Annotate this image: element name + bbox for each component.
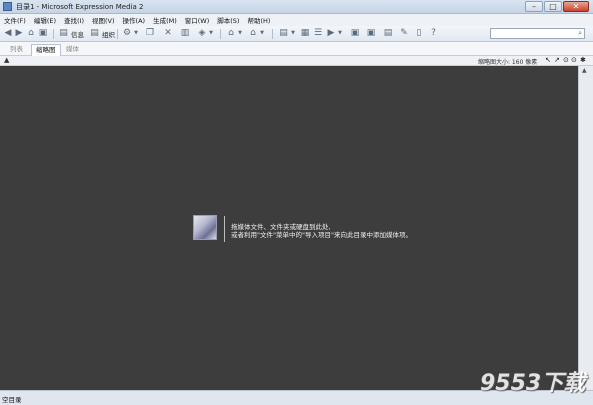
help-icon[interactable]: ? [428,28,439,39]
copy-icon[interactable]: ❐ [145,28,155,39]
scroll-up-icon[interactable]: ▲ [582,67,587,74]
gear-icon[interactable]: ⚙ [122,28,132,39]
sort-icon[interactable]: ▲ [4,56,9,64]
toolbar-separator [53,29,54,39]
chevron-down-icon[interactable]: ▼ [208,28,214,39]
search-icon[interactable]: ⌕ [578,29,582,38]
chevron-down-icon[interactable]: ▼ [133,28,139,39]
hint-divider [224,216,225,242]
zoom-out-icon[interactable]: ↖ [545,56,551,64]
media-placeholder-image [193,215,217,240]
play-icon[interactable]: ▶ [326,28,336,39]
toolbar-separator [272,29,273,39]
chevron-down-icon[interactable]: ▼ [237,28,243,39]
chevron-down-icon[interactable]: ▼ [290,28,296,39]
watermark: 9553下载 [480,371,586,396]
home-icon[interactable]: ⌂ [26,28,36,39]
window-controls: – □ ✕ [525,1,589,12]
menu-find[interactable]: 查找(I) [64,15,84,25]
menu-file[interactable]: 文件(F) [4,15,26,25]
menu-window[interactable]: 窗口(W) [185,15,210,25]
close-button[interactable]: ✕ [563,1,589,12]
window-title: 目录1 - Microsoft Expression Media 2 [16,3,144,11]
tab-thumbnails[interactable]: 缩略图 [31,44,61,56]
toolbar-separator [117,29,118,39]
circle-icon[interactable]: ⊙ [563,56,569,64]
menu-scripts[interactable]: 脚本(S) [217,15,239,25]
info-button-label[interactable]: 信息 [71,29,84,39]
folder-icon[interactable]: ▣ [38,28,48,39]
forward-icon[interactable]: ▶ [14,28,24,39]
thumbnail-size-label: 缩略图大小: 160 像素 [478,59,538,66]
menu-help[interactable]: 帮助(H) [247,15,270,25]
toolbar: ◀ ▶ ⌂ ▣ ▤ 信息 ▤ 组织 ⚙ ▼ ❐ ✕ ▥ ◈ ▼ ⌂ ▼ ⌂ ▼ … [0,26,593,42]
list-icon[interactable]: ☰ [313,28,323,39]
grid-icon[interactable]: ▦ [300,28,310,39]
document-icon[interactable]: ▯ [414,28,424,39]
status-text: 空目录 [2,396,22,404]
empty-hint-line2: 或者利用"文件"菜单中的"导入项目"来向此目录中添加媒体项。 [231,231,412,239]
zoom-in-icon[interactable]: ↗ [554,56,560,64]
chevron-down-icon[interactable]: ▼ [259,28,265,39]
pencil-icon[interactable]: ✎ [399,28,409,39]
tab-media[interactable]: 媒体 [62,44,83,56]
circle-icon[interactable]: ⊙ [571,56,577,64]
menu-bar: 文件(F) 编辑(E) 查找(I) 视图(V) 操作(A) 生成(M) 窗口(W… [0,14,593,26]
organize-icon[interactable]: ▤ [89,28,100,39]
export-icon[interactable]: ▣ [366,28,376,39]
slideshow-icon[interactable]: ▣ [350,28,360,39]
catalog-icon[interactable]: ⌂ [226,28,236,39]
vertical-scrollbar[interactable]: ▲ ▼ [578,66,593,390]
chevron-down-icon[interactable]: ▼ [337,28,343,39]
tab-list[interactable]: 列表 [6,44,27,56]
view-icon[interactable]: ▤ [278,28,289,39]
organize-button-label[interactable]: 组织 [102,29,115,39]
app-icon [3,2,12,11]
info-bar: ▲ 缩略图大小: 160 像素 ↖ ↗ ⊙ ⊙ ✱ [0,56,593,66]
menu-view[interactable]: 视图(V) [92,15,115,25]
trash-icon[interactable]: ▥ [180,28,190,39]
settings-icon[interactable]: ✱ [580,56,586,64]
menu-edit[interactable]: 编辑(E) [34,15,56,25]
info-icon[interactable]: ▤ [58,28,69,39]
title-bar: 目录1 - Microsoft Expression Media 2 – □ ✕ [0,0,593,14]
search-input[interactable]: ⌕ [490,28,585,39]
import-icon[interactable]: ⌂ [248,28,258,39]
view-tabs: 列表 缩略图 媒体 [0,42,593,56]
maximize-button[interactable]: □ [544,1,562,12]
tag-icon[interactable]: ◈ [197,28,207,39]
back-icon[interactable]: ◀ [3,28,13,39]
toolbar-separator [220,29,221,39]
delete-icon[interactable]: ✕ [163,28,173,39]
minimize-button[interactable]: – [525,1,543,12]
menu-action[interactable]: 操作(A) [123,15,146,25]
print-icon[interactable]: ▤ [383,28,393,39]
menu-make[interactable]: 生成(M) [153,15,177,25]
